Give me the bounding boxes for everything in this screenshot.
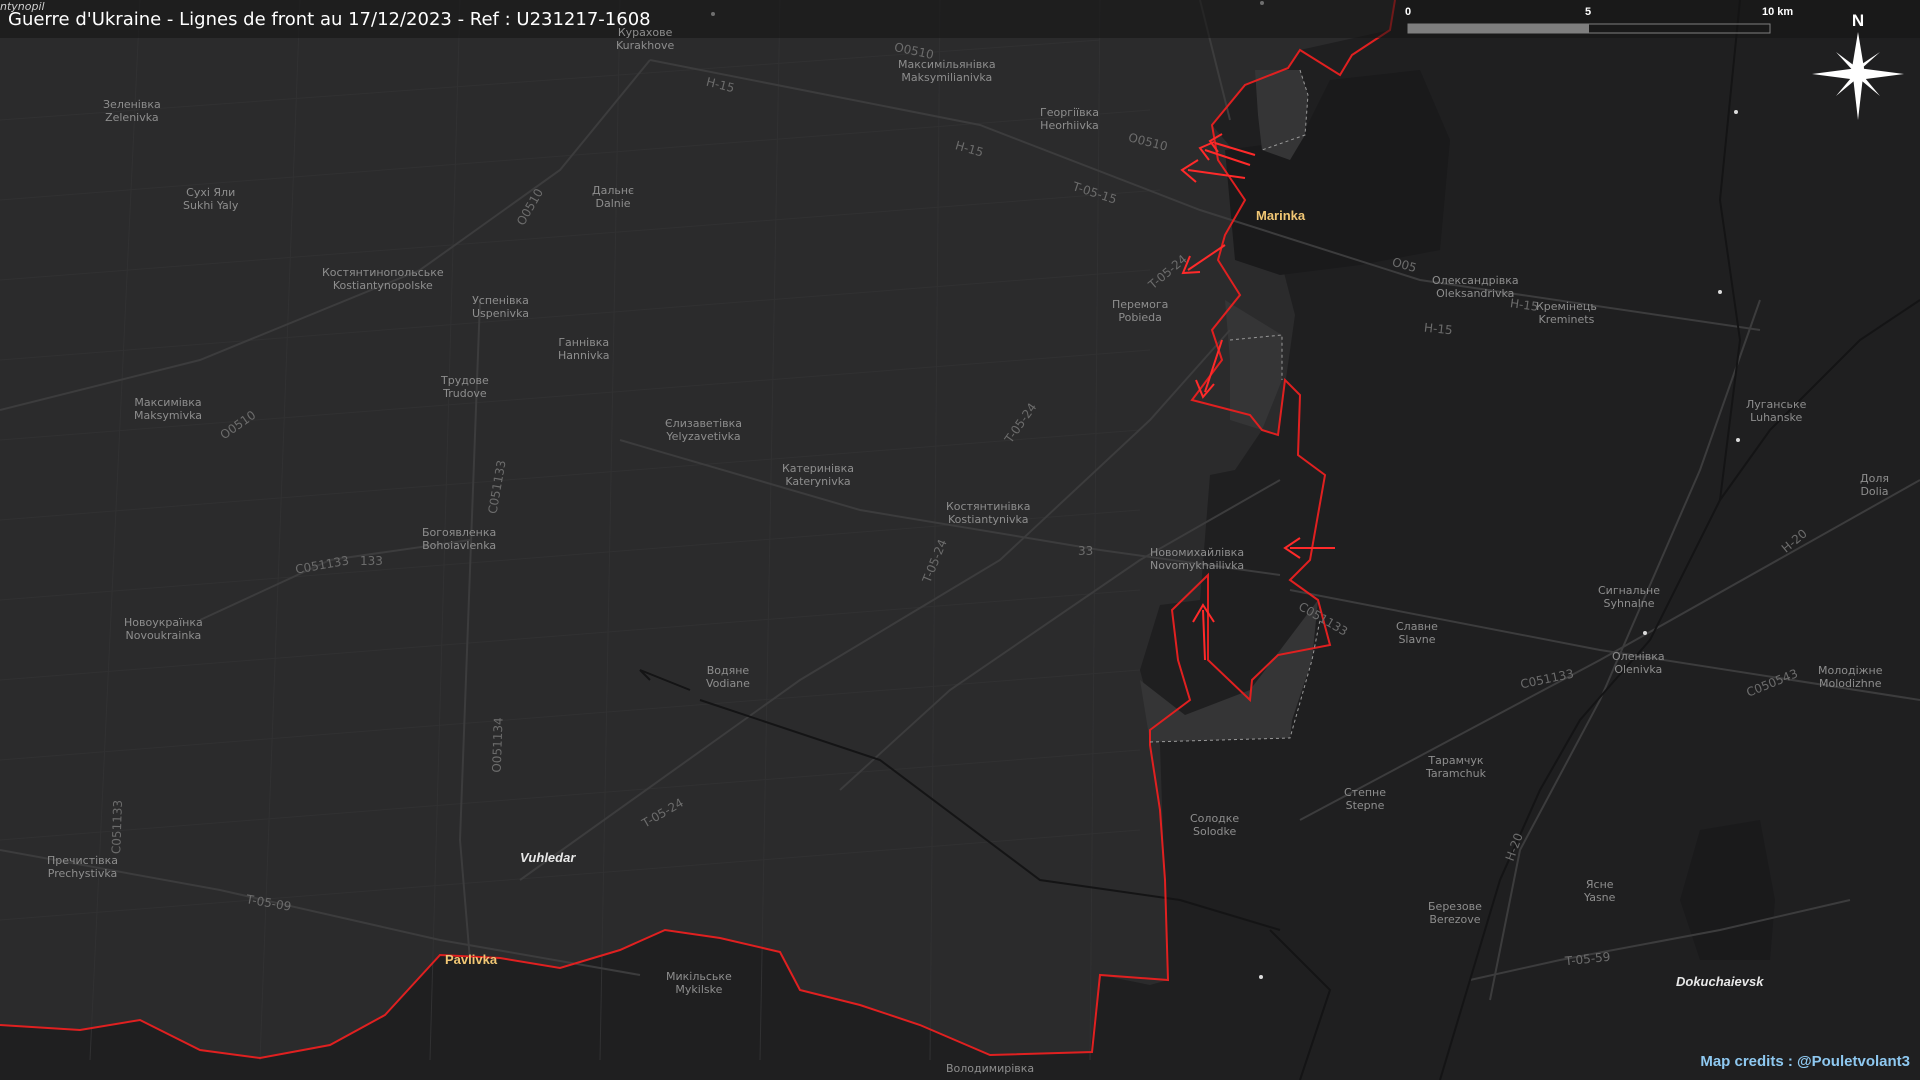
scale-label-0: 0 (1405, 6, 1412, 18)
road-label-33: 33 (1078, 544, 1094, 558)
village-prechystivka: Пречистівка Prechystivka (47, 854, 119, 880)
village-maksymivka: Максимівка Maksymivka (134, 396, 203, 422)
village-novoukrainka: Новоукраїнка Novoukrainka (124, 616, 203, 642)
village-maksymilianivka: Максимільянівка Maksymilianivka (898, 58, 996, 84)
scale-label-10: 10 km (1762, 6, 1794, 18)
road-label-c051133: C051133 (109, 799, 126, 855)
village-kreminets: Кремінець Kreminets (1536, 300, 1597, 326)
map-canvas[interactable] (0, 0, 1920, 1080)
village-heorhiivka: Георгіївка Heorhiivka (1040, 106, 1099, 132)
road-label-h15-east: H-15 (1423, 320, 1454, 338)
road-label-o051134: O051134 (489, 717, 506, 773)
village-luhanske: Луганське Luhanske (1746, 398, 1807, 424)
town-marinka: Marinka (1256, 208, 1306, 223)
village-sukhi-yaly: Сухі Яли Sukhi Yaly (183, 186, 239, 212)
village-taramchuk: Тарамчук Taramchuk (1426, 754, 1486, 780)
village-solodke: Солодке Solodke (1190, 812, 1240, 838)
village-yelyzavetivka: Єлизаветівка Yelyzavetivka (665, 417, 743, 443)
north-arrow-icon: N (1812, 11, 1904, 120)
village-olenivka: Оленівка Olenivka (1612, 650, 1665, 676)
village-bohoiavlenka: Богоявленка Bohoiavlenka (422, 526, 497, 552)
village-novomykhailivka: Новомихайлівка Novomykhailivka (1150, 546, 1245, 572)
map-title: Guerre d'Ukraine - Lignes de front au 17… (8, 9, 651, 30)
village-mykilske: Микільське Mykilske (666, 970, 732, 996)
village-molodizhne: Молодіжне Molodizhne (1818, 664, 1883, 690)
road-label-133: 133 (360, 554, 383, 568)
village-uspenivka: Успенівка Uspenivka (472, 294, 529, 320)
village-slavne: Славне Slavne (1396, 620, 1438, 646)
village-hannivka: Ганнівка Hannivka (558, 336, 610, 362)
scale-label-5: 5 (1585, 6, 1592, 18)
village-volodymyrivka: Володимирівка (946, 1062, 1035, 1075)
map-credits: Map credits : @Pouletvolant3 (1700, 1053, 1910, 1070)
village-syhnalne: Сигнальне Syhnalne (1598, 584, 1661, 610)
village-oleksandrivka: Олександрівка Oleksandrivka (1432, 274, 1519, 300)
village-berezove: Березове Berezove (1428, 900, 1482, 926)
town-vuhledar: Vuhledar (520, 850, 576, 865)
village-stepne: Степне Stepne (1344, 786, 1387, 812)
compass-n-label: N (1852, 11, 1864, 30)
village-zelenivka: Зеленівка Zelenivka (103, 98, 161, 124)
village-vodiane: Водяне Vodiane (706, 664, 750, 690)
village-dalnie: Дальнє Dalnie (592, 184, 635, 210)
village-kostiantynivka: Костянтинівка Kostiantynivka (946, 500, 1031, 526)
village-dolia: Доля Dolia (1860, 472, 1889, 498)
village-trudove: Трудове Trudove (441, 374, 489, 400)
town-dokuchaievsk: Dokuchaievsk (1676, 974, 1764, 989)
village-kurakhove: Курахове Kurakhove (616, 26, 675, 52)
village-pobieda: Перемога Pobieda (1112, 298, 1169, 324)
village-yasne: Ясне Yasne (1584, 878, 1616, 904)
town-pavlivka: Pavlivka (445, 952, 498, 967)
village-katerynivka: Катеринівка Katerynivka (782, 462, 854, 488)
village-kostiantynopolske: Костянтинопольське Kostiantynopolske (322, 266, 444, 292)
